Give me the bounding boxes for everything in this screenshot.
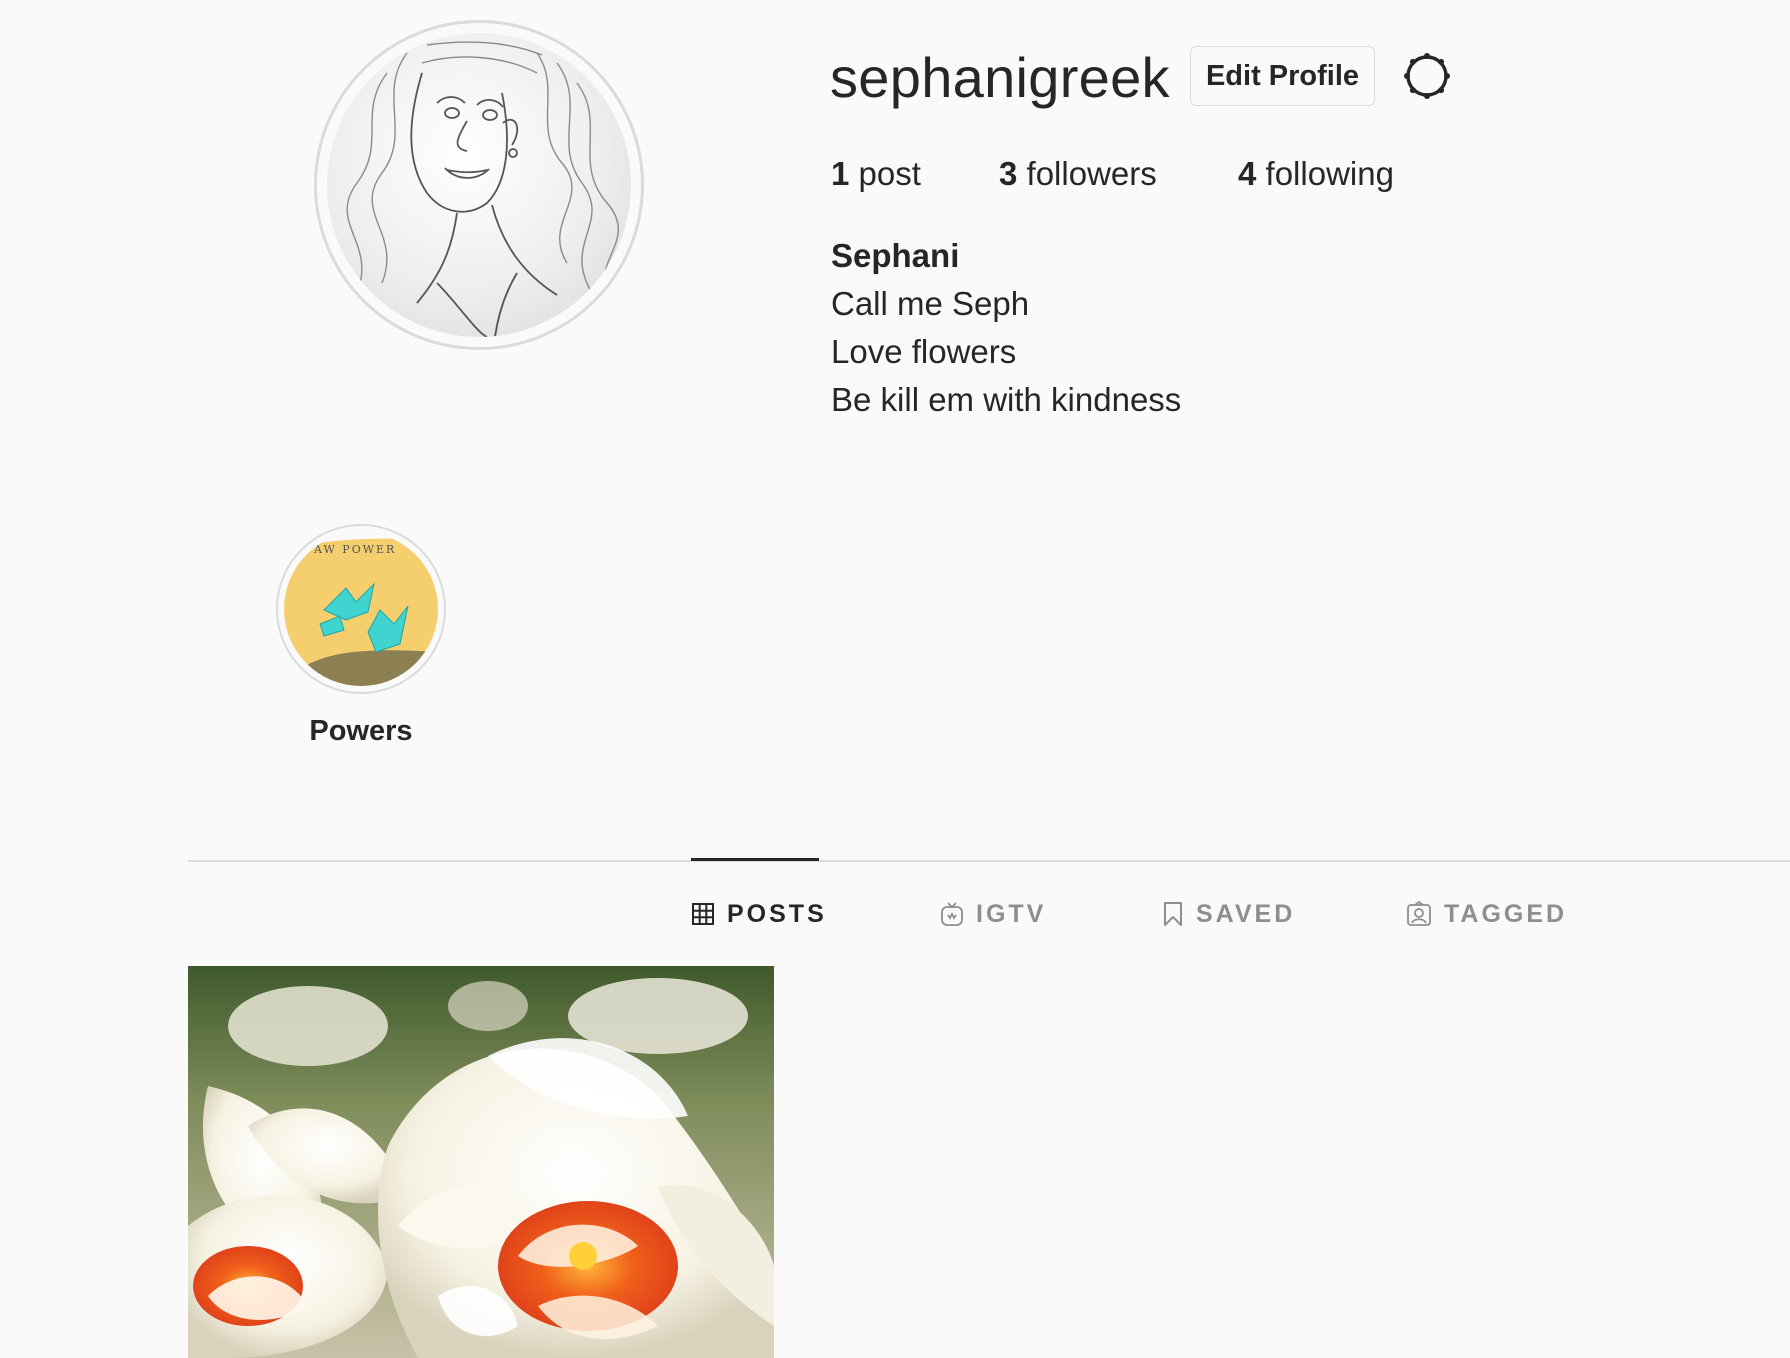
grid-icon bbox=[691, 902, 715, 926]
igtv-icon bbox=[940, 901, 964, 927]
active-tab-indicator bbox=[691, 858, 819, 861]
highlight-cover-text: AW POWER bbox=[313, 543, 396, 556]
tab-tagged[interactable]: TAGGED bbox=[1406, 896, 1567, 932]
gear-icon[interactable] bbox=[1400, 49, 1454, 103]
edit-profile-button[interactable]: Edit Profile bbox=[1190, 46, 1375, 106]
bookmark-icon bbox=[1162, 901, 1184, 927]
highlight-label: Powers bbox=[309, 715, 413, 747]
tab-saved-label: SAVED bbox=[1196, 899, 1296, 928]
followers-label: followers bbox=[1026, 155, 1157, 192]
tab-tagged-label: TAGGED bbox=[1444, 899, 1568, 928]
tabs-divider bbox=[188, 860, 1790, 862]
bio-line: Love flowers bbox=[831, 333, 1017, 370]
tab-saved[interactable]: SAVED bbox=[1162, 896, 1295, 932]
story-highlight-powers[interactable]: AW POWER bbox=[276, 524, 446, 694]
profile-page: sephanigreek Edit Profile 1 post 3 follo… bbox=[0, 0, 1790, 1358]
posts-count-stat[interactable]: 1 post bbox=[831, 152, 921, 196]
profile-username: sephanigreek bbox=[830, 46, 1170, 109]
post-thumbnail[interactable] bbox=[188, 966, 774, 1358]
tagged-user-icon bbox=[1406, 901, 1432, 927]
bio-line: Be kill em with kindness bbox=[831, 381, 1182, 418]
tab-igtv[interactable]: IGTV bbox=[940, 896, 1046, 932]
following-count: 4 bbox=[1238, 155, 1257, 192]
bio-line: Call me Seph bbox=[831, 285, 1030, 322]
profile-avatar[interactable] bbox=[314, 20, 644, 350]
following-label: following bbox=[1265, 155, 1394, 192]
highlight-cover-image: AW POWER bbox=[284, 532, 438, 686]
followers-stat[interactable]: 3 followers bbox=[999, 152, 1157, 196]
avatar-sketch-image bbox=[327, 33, 631, 337]
profile-full-name: Sephani bbox=[831, 237, 960, 274]
posts-label: post bbox=[858, 155, 921, 192]
tab-posts[interactable]: POSTS bbox=[691, 896, 827, 932]
tab-igtv-label: IGTV bbox=[976, 899, 1047, 928]
following-stat[interactable]: 4 following bbox=[1238, 152, 1394, 196]
followers-count: 3 bbox=[999, 155, 1018, 192]
posts-count: 1 bbox=[831, 155, 850, 192]
tab-posts-label: POSTS bbox=[727, 899, 827, 928]
